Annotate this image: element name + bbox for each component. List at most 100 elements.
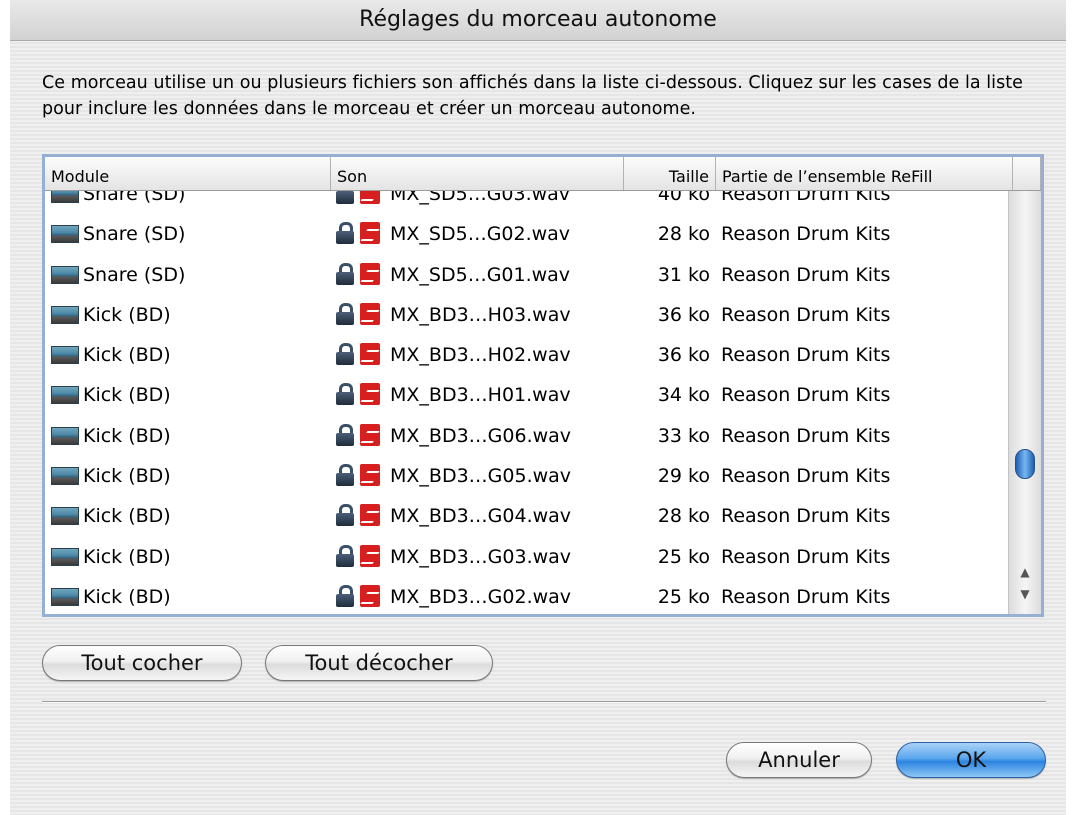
column-header-partie[interactable]: Partie de l’ensemble ReFill xyxy=(716,157,1013,190)
lock-icon[interactable] xyxy=(336,383,354,406)
table-row[interactable]: Kick (BD) MX_BD3…H01.wav 34 ko Reason Drum … xyxy=(45,375,1008,415)
drum-module-icon xyxy=(51,386,79,405)
sound-file-name: MX_BD3…G04.wav xyxy=(390,505,572,528)
dialog-description: Ce morceau utilise un ou plusieurs fichi… xyxy=(42,73,1023,119)
lock-icon[interactable] xyxy=(336,343,354,366)
son-cell: MX_BD3…G04.wav xyxy=(336,496,571,536)
lock-icon[interactable] xyxy=(336,504,354,527)
sound-file-name: MX_BD3…H02.wav xyxy=(390,344,571,367)
window-left-edge xyxy=(0,0,10,815)
sound-file-table[interactable]: Module Son Taille Partie de l’ensemble R… xyxy=(42,154,1044,617)
refill-cell: Reason Drum Kits xyxy=(721,465,891,488)
son-cell: MX_BD3…G06.wav xyxy=(336,416,571,456)
module-name: Kick (BD) xyxy=(83,465,171,488)
audio-file-icon xyxy=(360,262,380,285)
column-header-extra xyxy=(1013,157,1041,190)
size-cell: 36 ko xyxy=(657,303,710,326)
sound-file-name: MX_BD3…G03.wav xyxy=(390,545,572,568)
size-cell: 36 ko xyxy=(657,344,710,367)
vertical-scrollbar[interactable]: ▲ ▼ xyxy=(1008,191,1041,614)
column-header-module[interactable]: Module xyxy=(45,157,331,190)
table-row[interactable]: Snare (SD) MX_SD5…G01.wav 31 ko Reason Drum… xyxy=(45,255,1008,295)
scroll-up-button[interactable]: ▲ xyxy=(1013,563,1037,581)
module-name: Kick (BD) xyxy=(83,505,171,528)
module-cell: Kick (BD) xyxy=(51,375,171,415)
sound-file-name: MX_SD5…G03.wav xyxy=(390,191,571,205)
ok-button[interactable]: OK xyxy=(896,742,1046,778)
drum-module-icon xyxy=(51,587,79,606)
sound-file-name: MX_BD3…G06.wav xyxy=(390,424,572,447)
table-row[interactable]: Kick (BD) MX_BD3…G05.wav 29 ko Reason Drum … xyxy=(45,456,1008,496)
son-cell: MX_BD3…H01.wav xyxy=(336,375,571,415)
refill-cell: Reason Drum Kits xyxy=(721,223,891,246)
sound-file-name: MX_BD3…G02.wav xyxy=(390,585,572,608)
lock-icon[interactable] xyxy=(336,191,354,204)
size-cell: 25 ko xyxy=(657,545,710,568)
audio-file-icon xyxy=(360,464,380,487)
son-cell: MX_BD3…H02.wav xyxy=(336,335,571,375)
column-header-son[interactable]: Son xyxy=(331,157,624,190)
uncheck-all-button[interactable]: Tout décocher xyxy=(265,645,493,681)
refill-cell: Reason Drum Kits xyxy=(721,344,891,367)
sound-file-name: MX_SD5…G02.wav xyxy=(390,223,571,246)
sound-file-name: MX_BD3…H01.wav xyxy=(390,384,571,407)
refill-cell: Reason Drum Kits xyxy=(721,384,891,407)
scrollbar-thumb[interactable] xyxy=(1015,449,1035,479)
table-row[interactable]: Snare (SD) MX_SD5…G02.wav 28 ko Reason Drum… xyxy=(45,214,1008,254)
refill-cell: Reason Drum Kits xyxy=(721,191,891,205)
lock-icon[interactable] xyxy=(336,302,354,325)
audio-file-icon xyxy=(360,191,380,204)
size-cell: 28 ko xyxy=(657,505,710,528)
audio-file-icon xyxy=(360,222,380,245)
table-row[interactable]: Kick (BD) MX_BD3…G02.wav 25 ko Reason Drum … xyxy=(45,577,1008,614)
dialog-title: Réglages du morceau autonome xyxy=(10,0,1066,41)
module-name: Snare (SD) xyxy=(83,263,186,286)
size-cell: 34 ko xyxy=(657,384,710,407)
size-cell: 28 ko xyxy=(657,223,710,246)
module-cell: Kick (BD) xyxy=(51,496,171,536)
audio-file-icon xyxy=(360,423,380,446)
table-row[interactable]: Kick (BD) MX_BD3…G06.wav 33 ko Reason Drum … xyxy=(45,416,1008,456)
table-row[interactable]: Kick (BD) MX_BD3…G04.wav 28 ko Reason Drum … xyxy=(45,496,1008,536)
column-header-taille[interactable]: Taille xyxy=(624,157,716,190)
module-name: Snare (SD) xyxy=(83,223,186,246)
refill-cell: Reason Drum Kits xyxy=(721,505,891,528)
table-row[interactable]: Kick (BD) MX_BD3…H03.wav 36 ko Reason Drum … xyxy=(45,295,1008,335)
drum-module-icon xyxy=(51,225,79,244)
lock-icon[interactable] xyxy=(336,464,354,487)
lock-icon[interactable] xyxy=(336,262,354,285)
separator xyxy=(42,701,1046,703)
table-row-list: Snare (SD) MX_SD5…G03.wav 40 ko Reason Drum… xyxy=(45,191,1008,614)
drum-module-icon xyxy=(51,426,79,445)
module-name: Kick (BD) xyxy=(83,303,171,326)
size-cell: 29 ko xyxy=(657,465,710,488)
lock-icon[interactable] xyxy=(336,584,354,607)
table-row[interactable]: Kick (BD) MX_BD3…G03.wav 25 ko Reason Drum … xyxy=(45,537,1008,577)
table-row[interactable]: Snare (SD) MX_SD5…G03.wav 40 ko Reason Drum… xyxy=(45,191,1008,214)
module-name: Kick (BD) xyxy=(83,384,171,407)
cancel-button[interactable]: Annuler xyxy=(726,742,872,778)
refill-cell: Reason Drum Kits xyxy=(721,585,891,608)
lock-icon[interactable] xyxy=(336,222,354,245)
size-cell: 31 ko xyxy=(657,263,710,286)
table-body: Snare (SD) MX_SD5…G03.wav 40 ko Reason Drum… xyxy=(45,191,1008,614)
check-all-button[interactable]: Tout cocher xyxy=(42,645,242,681)
scroll-down-button[interactable]: ▼ xyxy=(1013,585,1037,603)
audio-file-icon xyxy=(360,504,380,527)
audio-file-icon xyxy=(360,343,380,366)
son-cell: MX_SD5…G03.wav xyxy=(336,191,570,214)
module-name: Kick (BD) xyxy=(83,545,171,568)
son-cell: MX_SD5…G01.wav xyxy=(336,255,570,295)
table-row[interactable]: Kick (BD) MX_BD3…H02.wav 36 ko Reason Drum … xyxy=(45,335,1008,375)
son-cell: MX_BD3…G02.wav xyxy=(336,577,572,614)
module-name: Snare (SD) xyxy=(83,191,186,205)
module-name: Kick (BD) xyxy=(83,424,171,447)
drum-module-icon xyxy=(51,467,79,486)
audio-file-icon xyxy=(360,383,380,406)
size-cell: 25 ko xyxy=(657,585,710,608)
module-cell: Kick (BD) xyxy=(51,537,171,577)
lock-icon[interactable] xyxy=(336,544,354,567)
lock-icon[interactable] xyxy=(336,423,354,446)
sound-file-name: MX_BD3…G05.wav xyxy=(390,465,572,488)
son-cell: MX_BD3…H03.wav xyxy=(336,295,571,335)
